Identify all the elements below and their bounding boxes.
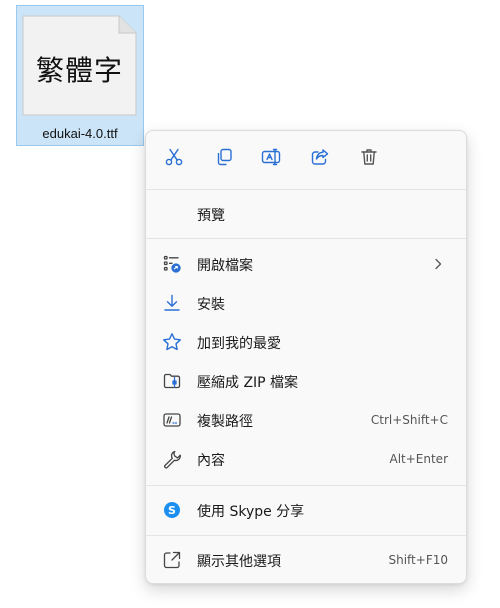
zip-icon: [162, 371, 182, 391]
menu-item-copy-path[interactable]: 複製路徑 Ctrl+Shift+C: [146, 402, 466, 438]
more-options-icon: [162, 550, 182, 570]
menu-item-preview[interactable]: 預覽: [146, 196, 466, 232]
file-name-label: edukai-4.0.ttf: [42, 126, 118, 141]
menu-separator: [146, 535, 466, 536]
menu-item-label: 壓縮成 ZIP 檔案: [197, 375, 299, 391]
menu-item-label: 使用 Skype 分享: [197, 504, 305, 520]
menu-item-share-skype[interactable]: S 使用 Skype 分享: [146, 492, 466, 528]
menu-item-label: 內容: [197, 453, 225, 469]
menu-separator: [146, 189, 466, 190]
star-icon: [162, 332, 182, 352]
share-button[interactable]: [309, 148, 331, 170]
wrench-icon: [162, 449, 182, 469]
menu-item-label: 複製路徑: [197, 414, 253, 430]
menu-item-show-more-options[interactable]: 顯示其他選項 Shift+F10: [146, 542, 466, 578]
svg-text:S: S: [168, 504, 176, 517]
copy-icon: [214, 147, 234, 171]
delete-icon: [359, 147, 379, 171]
menu-item-label: 開啟檔案: [197, 258, 253, 274]
font-file-icon: 繁體字: [22, 15, 137, 116]
copy-path-icon: [162, 410, 182, 430]
shortcut-label: Shift+F10: [388, 553, 448, 567]
menu-item-add-favorites[interactable]: 加到我的最愛: [146, 324, 466, 360]
rename-button[interactable]: [260, 148, 282, 170]
copy-button[interactable]: [213, 148, 235, 170]
share-icon: [310, 147, 330, 171]
menu-item-compress-zip[interactable]: 壓縮成 ZIP 檔案: [146, 363, 466, 399]
shortcut-label: Alt+Enter: [389, 452, 448, 466]
download-icon: [162, 293, 182, 313]
quick-actions-bar: [146, 131, 466, 189]
menu-separator: [146, 485, 466, 486]
menu-item-install[interactable]: 安裝: [146, 285, 466, 321]
context-menu: 預覽 開啟檔案 安裝 加到我的最愛 壓縮成 ZIP 檔案 複製路徑 Ctrl+S…: [145, 130, 467, 584]
menu-item-open-with[interactable]: 開啟檔案: [146, 246, 466, 282]
menu-item-properties[interactable]: 內容 Alt+Enter: [146, 441, 466, 477]
font-preview-glyphs: 繁體字: [35, 54, 123, 87]
menu-item-label: 顯示其他選項: [197, 554, 281, 570]
cut-button[interactable]: [163, 148, 185, 170]
menu-item-label: 加到我的最愛: [197, 336, 281, 352]
open-with-icon: [162, 254, 182, 274]
menu-separator: [146, 238, 466, 239]
cut-icon: [164, 147, 184, 171]
menu-item-label: 預覽: [197, 208, 225, 224]
selected-font-file[interactable]: 繁體字 edukai-4.0.ttf: [16, 5, 144, 146]
chevron-right-icon: [432, 256, 444, 275]
rename-icon: [261, 147, 281, 171]
delete-button[interactable]: [358, 148, 380, 170]
shortcut-label: Ctrl+Shift+C: [370, 413, 448, 427]
skype-icon: S: [162, 500, 182, 520]
menu-item-label: 安裝: [197, 297, 225, 313]
